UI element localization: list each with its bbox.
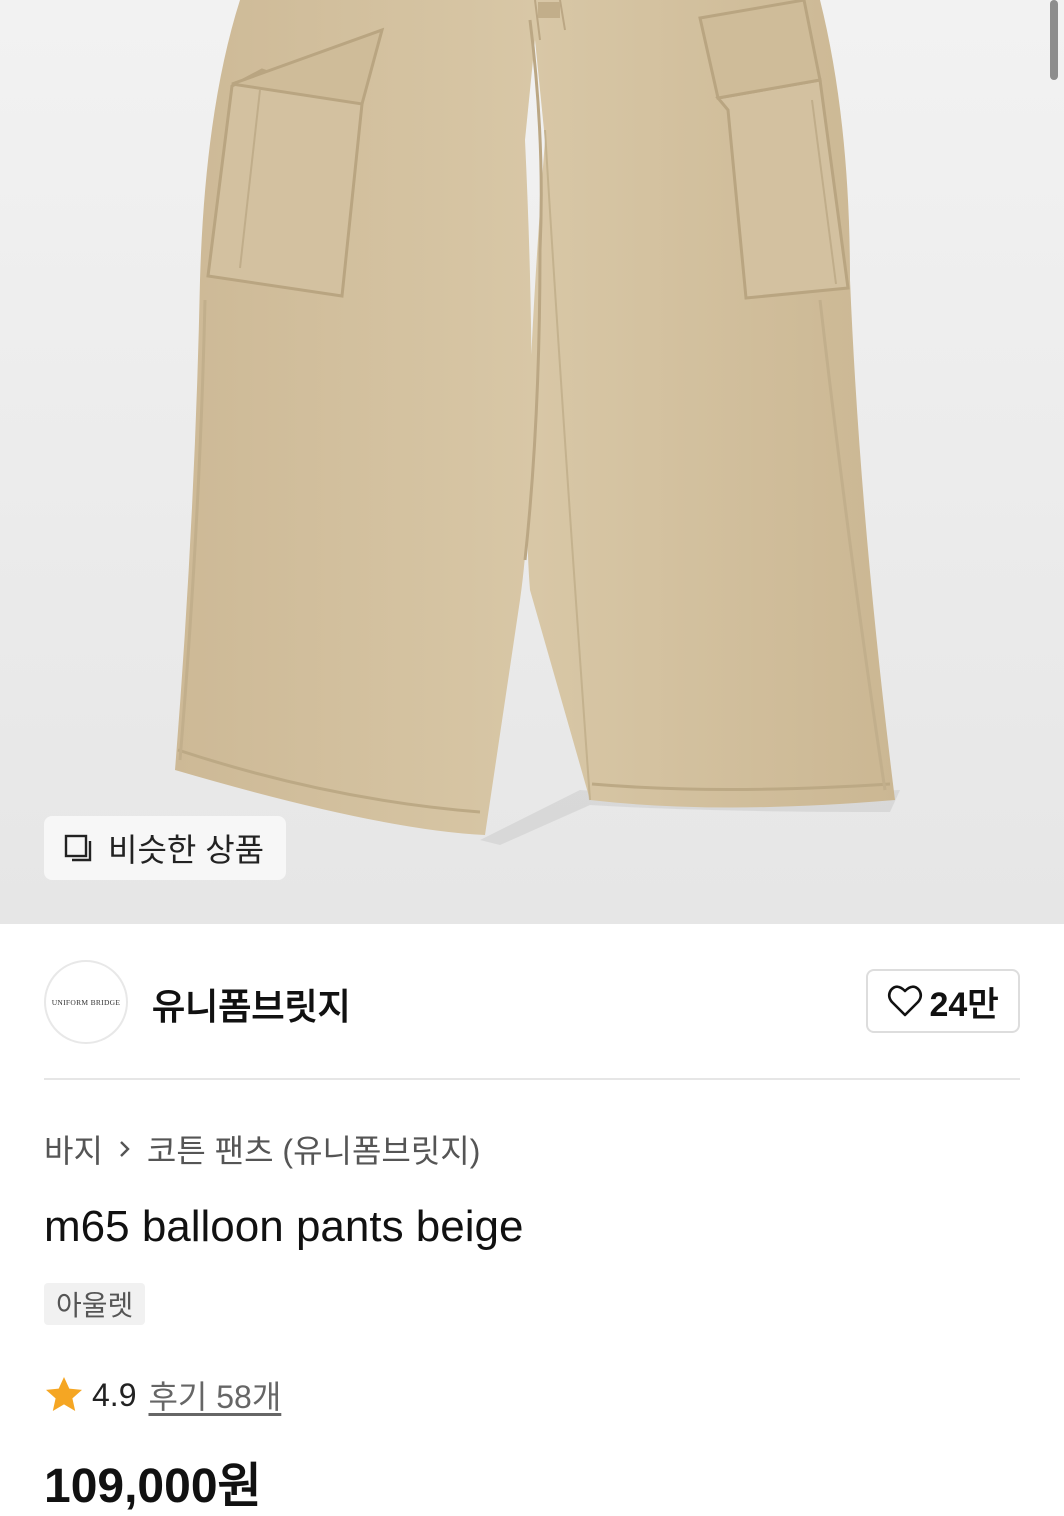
brand-logo[interactable]: UNIFORM BRIDGE xyxy=(44,960,128,1044)
star-icon xyxy=(46,1377,82,1411)
outlet-badge: 아울렛 xyxy=(44,1283,146,1325)
rating-row: 4.9 후기 58개 xyxy=(44,1372,281,1418)
breadcrumb: 바지 코튼 팬츠 (유니폼브릿지) xyxy=(44,1126,480,1172)
copy-squares-icon xyxy=(64,831,98,865)
brand-row: UNIFORM BRIDGE 유니폼브릿지 24만 xyxy=(44,958,1020,1046)
brand-logo-text: UNIFORM BRIDGE xyxy=(51,997,121,1007)
brand-like-button[interactable]: 24만 xyxy=(866,969,1020,1033)
brand-name[interactable]: 유니폼브릿지 xyxy=(152,978,351,1030)
breadcrumb-subcategory[interactable]: 코튼 팬츠 (유니폼브릿지) xyxy=(147,1126,481,1172)
rating-score: 4.9 xyxy=(92,1376,137,1413)
like-count: 24만 xyxy=(929,985,999,1024)
divider xyxy=(44,1078,1020,1080)
chevron-right-icon xyxy=(117,1138,133,1160)
similar-products-label: 비슷한 상품 xyxy=(108,832,265,868)
similar-products-button[interactable]: 비슷한 상품 xyxy=(44,816,286,880)
product-title: m65 balloon pants beige xyxy=(44,1202,524,1251)
product-image-area[interactable]: 비슷한 상품 xyxy=(0,0,1064,924)
product-image xyxy=(175,0,900,845)
scrollbar[interactable] xyxy=(1050,0,1058,80)
breadcrumb-category[interactable]: 바지 xyxy=(44,1126,103,1172)
reviews-link[interactable]: 후기 58개 xyxy=(148,1372,281,1418)
heart-icon xyxy=(887,983,923,1019)
product-price: 109,000원 xyxy=(44,1460,262,1513)
